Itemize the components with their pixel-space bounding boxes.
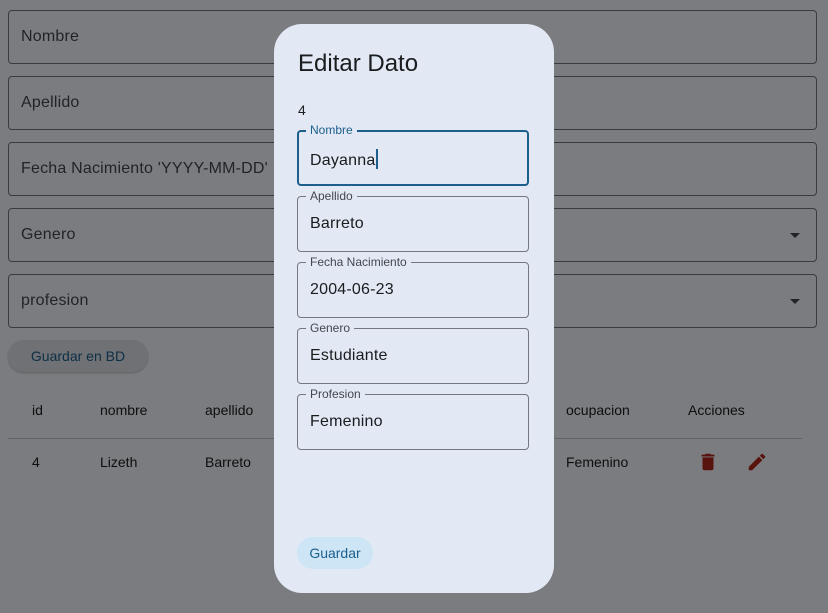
text-cursor: [376, 149, 379, 169]
dialog-fecha-label: Fecha Nacimiento: [306, 255, 411, 269]
guardar-button[interactable]: Guardar: [297, 537, 373, 569]
dialog-nombre-label: Nombre: [306, 123, 357, 137]
dialog-nombre-field[interactable]: Nombre Dayanna: [297, 123, 529, 186]
edit-dialog: Editar Dato 4 Nombre Dayanna Apellido Ba…: [274, 24, 554, 593]
dialog-profesion-label: Profesion: [306, 387, 365, 401]
dialog-apellido-field[interactable]: Apellido Barreto: [297, 189, 529, 252]
dialog-genero-field[interactable]: Genero Estudiante: [297, 321, 529, 384]
dialog-profesion-field[interactable]: Profesion Femenino: [297, 387, 529, 450]
dialog-apellido-label: Apellido: [306, 189, 357, 203]
record-id: 4: [298, 102, 306, 118]
dialog-fecha-value: 2004-06-23: [310, 281, 394, 298]
dialog-apellido-value: Barreto: [310, 215, 364, 232]
dialog-fecha-field[interactable]: Fecha Nacimiento 2004-06-23: [297, 255, 529, 318]
dialog-genero-value: Estudiante: [310, 347, 388, 364]
dialog-genero-label: Genero: [306, 321, 355, 335]
dialog-title: Editar Dato: [298, 50, 419, 77]
dialog-profesion-value: Femenino: [310, 413, 383, 430]
dialog-nombre-value: Dayanna: [310, 152, 376, 169]
